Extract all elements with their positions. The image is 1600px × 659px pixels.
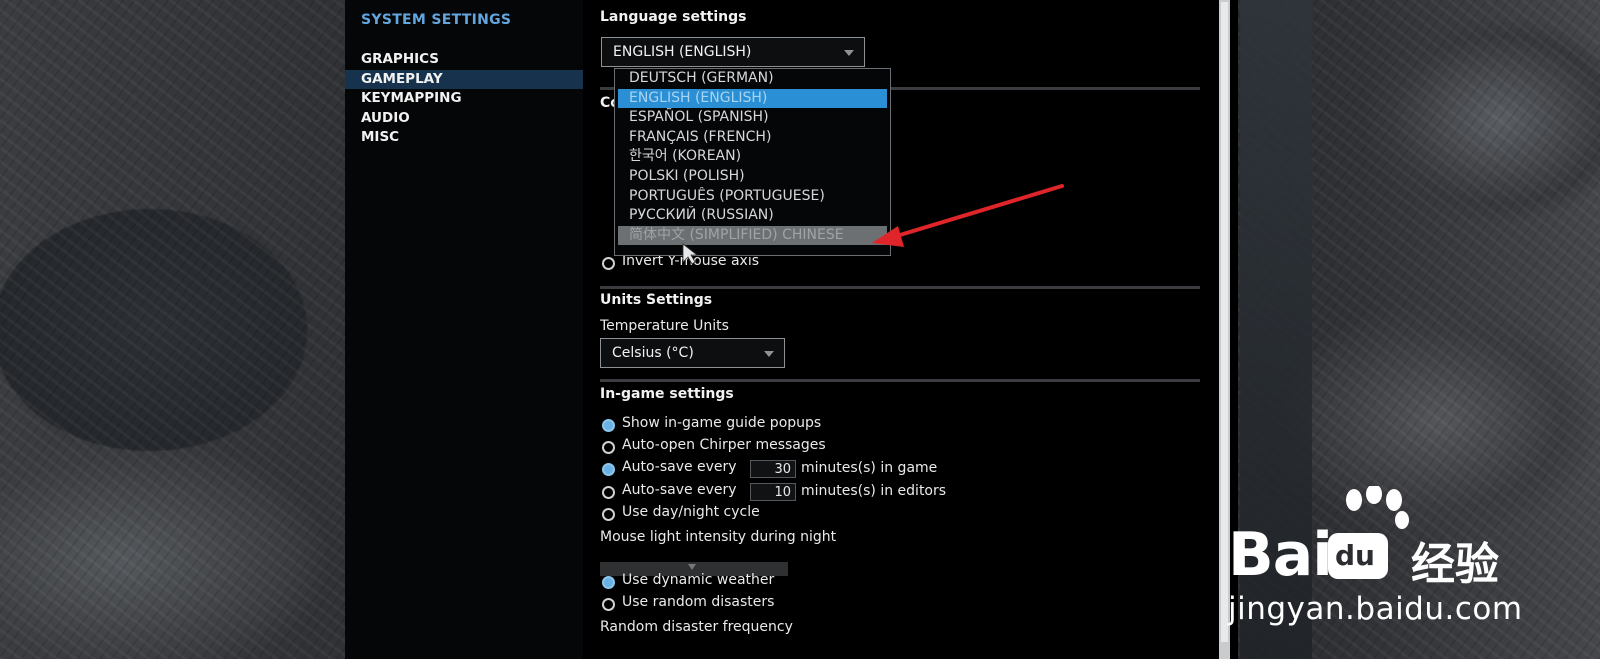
watermark-du: du	[1335, 539, 1375, 572]
watermark-du-box: du	[1328, 533, 1388, 579]
watermark-brand: Bai	[1228, 520, 1333, 590]
watermark-url: jingyan.baidu.com	[1228, 591, 1523, 627]
baidu-watermark: Bai du 经验 jingyan.baidu.com	[1228, 486, 1598, 646]
watermark-cn: 经验	[1411, 539, 1499, 590]
